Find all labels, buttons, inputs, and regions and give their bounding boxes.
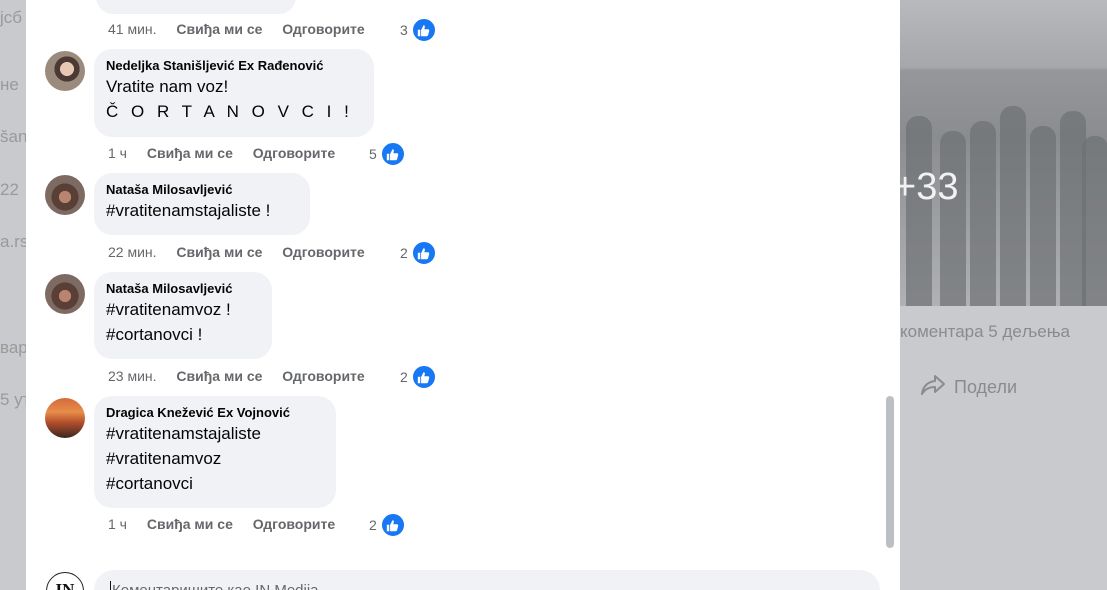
post-meta: коментара 5 дељења xyxy=(900,322,1070,341)
reply-button[interactable]: Одговорите xyxy=(282,21,364,37)
background-fragment: jcб xyxy=(0,8,23,27)
comments-panel: 41 мин. Свиђа ми се Одговорите 3 Nedeljk… xyxy=(26,0,900,590)
share-button: Подели xyxy=(920,374,1017,401)
like-reaction-icon xyxy=(410,364,437,390)
comment-bubble: Nataša Milosavljević #vratitenamvoz ! #c… xyxy=(94,272,272,359)
comment-actions: 1 ч Свиђа ми се Одговорите xyxy=(108,515,351,533)
like-button[interactable]: Свиђа ми се xyxy=(147,145,233,161)
reaction-summary[interactable]: 2 xyxy=(400,364,437,390)
comment-time[interactable]: 41 мин. xyxy=(108,21,157,37)
comment-actions: 1 ч Свиђа ми се Одговорите xyxy=(108,144,351,162)
comment-time[interactable]: 1 ч xyxy=(108,516,127,532)
like-reaction-icon xyxy=(410,240,437,266)
comment-input[interactable]: Коментаришите као IN Medija xyxy=(94,570,880,590)
reaction-count: 3 xyxy=(400,22,408,38)
like-button[interactable]: Свиђа ми се xyxy=(176,21,262,37)
previous-comment-actions: 41 мин. Свиђа ми се Одговорите xyxy=(108,20,381,38)
reaction-count: 2 xyxy=(400,369,408,385)
comment-text-line: #vratitenamstajaliste ! xyxy=(106,201,271,220)
comment-text-line: #vratitenamstajaliste xyxy=(106,424,261,443)
previous-comment-bubble xyxy=(96,0,296,14)
comment-bubble: Nedeljka Stanišljević Ex Rađenović Vrati… xyxy=(94,49,374,137)
reaction-summary[interactable]: 5 xyxy=(369,141,406,167)
comment-text-line: Č O R T A N O V C I ! xyxy=(106,102,353,121)
comment-actions: 23 мин. Свиђа ми се Одговорите xyxy=(108,367,381,385)
scrollbar[interactable] xyxy=(886,396,894,548)
comment-author[interactable]: Nataša Milosavljević xyxy=(106,181,298,198)
avatar[interactable] xyxy=(45,175,85,215)
comment-author[interactable]: Nedeljka Stanišljević Ex Rađenović xyxy=(106,57,362,74)
background-fragment: вар xyxy=(0,338,28,357)
background-fragment: 22 xyxy=(0,180,19,199)
comment-actions: 22 мин. Свиђа ми се Одговорите xyxy=(108,243,381,261)
comment-text-line: #vratitenamvoz ! xyxy=(106,300,231,319)
background-fragment: a.rs xyxy=(0,232,29,251)
composer-avatar: IN xyxy=(46,572,84,590)
reaction-count: 2 xyxy=(400,245,408,261)
comment-time[interactable]: 1 ч xyxy=(108,145,127,161)
reply-button[interactable]: Одговорите xyxy=(282,368,364,384)
comment-author[interactable]: Dragica Knežević Ex Vojnović xyxy=(106,404,324,421)
comment-time[interactable]: 22 мин. xyxy=(108,244,157,260)
share-label: Подели xyxy=(954,377,1018,397)
like-button[interactable]: Свиђа ми се xyxy=(147,516,233,532)
background-right-strip: +33 коментара 5 дељења Подели xyxy=(900,0,1107,590)
reply-button[interactable]: Одговорите xyxy=(253,516,335,532)
like-button[interactable]: Свиђа ми се xyxy=(176,244,262,260)
reaction-count: 5 xyxy=(369,146,377,162)
share-icon xyxy=(920,374,946,401)
comment-text-line: Vratite nam voz! xyxy=(106,77,229,96)
background-left-strip: jcб не šan 22 a.rs вар 5 ут xyxy=(0,0,30,590)
background-fragment: šan xyxy=(0,127,28,146)
like-button[interactable]: Свиђа ми се xyxy=(176,368,262,384)
comment-time[interactable]: 23 мин. xyxy=(108,368,157,384)
comment-text-line: #cortanovci ! xyxy=(106,325,203,344)
comment-bubble: Nataša Milosavljević #vratitenamstajalis… xyxy=(94,173,310,235)
avatar[interactable] xyxy=(45,398,85,438)
comment-text-line: #cortanovci xyxy=(106,474,193,493)
more-photos-count: +33 xyxy=(900,166,959,208)
reaction-summary[interactable]: 3 xyxy=(400,17,437,43)
comment-text-line: #vratitenamvoz xyxy=(106,449,222,468)
reply-button[interactable]: Одговорите xyxy=(253,145,335,161)
avatar[interactable] xyxy=(45,51,85,91)
background-photo: +33 xyxy=(900,0,1107,306)
like-reaction-icon xyxy=(379,141,406,167)
reaction-count: 2 xyxy=(369,517,377,533)
comment-author[interactable]: Nataša Milosavljević xyxy=(106,280,260,297)
reply-button[interactable]: Одговорите xyxy=(282,244,364,260)
like-reaction-icon xyxy=(410,17,437,43)
avatar[interactable] xyxy=(45,274,85,314)
comment-input-placeholder: Коментаришите као IN Medija xyxy=(110,582,319,590)
reaction-summary[interactable]: 2 xyxy=(369,512,406,538)
background-fragment: не xyxy=(0,75,19,94)
like-reaction-icon xyxy=(379,512,406,538)
comment-bubble: Dragica Knežević Ex Vojnović #vratitenam… xyxy=(94,396,336,508)
reaction-summary[interactable]: 2 xyxy=(400,240,437,266)
